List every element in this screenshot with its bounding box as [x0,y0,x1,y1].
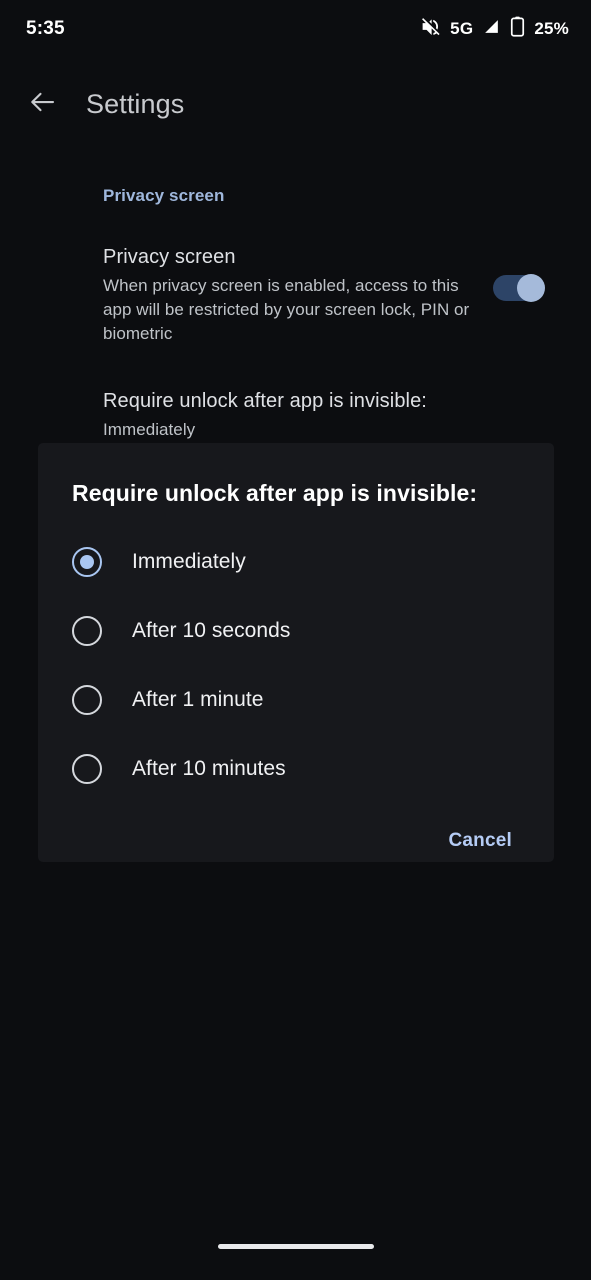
status-bar-clock: 5:35 [26,18,65,39]
preference-texts: Require unlock after app is invisible: I… [103,388,475,442]
privacy-screen-toggle[interactable] [493,272,545,304]
dialog-option-after-10-minutes[interactable]: After 10 minutes [38,734,554,803]
radio-button[interactable] [72,684,102,715]
preference-title: Privacy screen [103,246,236,268]
signal-cellular-icon [482,17,501,41]
category-header-privacy-screen: Privacy screen [103,186,225,205]
status-bar: 5:35 5G 25% [0,0,591,58]
battery-icon [510,16,525,42]
radio-button[interactable] [72,753,102,784]
dialog-title: Require unlock after app is invisible: [72,480,478,506]
back-button[interactable] [26,87,60,121]
dialog-actions: Cancel [38,803,554,862]
preference-title: Require unlock after app is invisible: [103,390,427,412]
preference-row-privacy-screen[interactable]: Privacy screen When privacy screen is en… [0,206,591,346]
settings-content: Privacy screen Privacy screen When priva… [0,150,591,442]
battery-percent-label: 25% [534,19,569,38]
dialog-option-immediately[interactable]: Immediately [38,527,554,596]
preference-summary: When privacy screen is enabled, access t… [103,276,470,343]
app-bar: Settings [0,72,591,136]
network-type-label: 5G [450,19,474,38]
page-title: Settings [86,88,185,119]
cancel-button[interactable]: Cancel [436,820,524,862]
dialog-option-label: Immediately [132,549,246,573]
volume-off-icon [420,16,441,42]
home-indicator[interactable] [217,1244,374,1249]
dialog-option-label: After 1 minute [132,687,264,711]
dialog-option-after-10-seconds[interactable]: After 10 seconds [38,596,554,665]
status-bar-icons: 5G 25% [420,16,569,42]
dialog-option-after-1-minute[interactable]: After 1 minute [38,665,554,734]
radio-button[interactable] [72,615,102,646]
dialog-options-list: Immediately After 10 seconds After 1 min… [38,507,554,803]
dialog-option-label: After 10 seconds [132,618,291,642]
require-unlock-dialog: Require unlock after app is invisible: I… [38,443,554,862]
toggle-thumb [517,274,545,302]
radio-button-selected[interactable] [72,546,102,577]
preference-summary: Immediately [103,420,196,439]
back-arrow-icon [28,87,58,122]
dialog-option-label: After 10 minutes [132,756,286,780]
navigation-bar [0,1226,591,1280]
preference-texts: Privacy screen When privacy screen is en… [103,244,475,346]
preference-row-require-unlock[interactable]: Require unlock after app is invisible: I… [0,346,591,442]
